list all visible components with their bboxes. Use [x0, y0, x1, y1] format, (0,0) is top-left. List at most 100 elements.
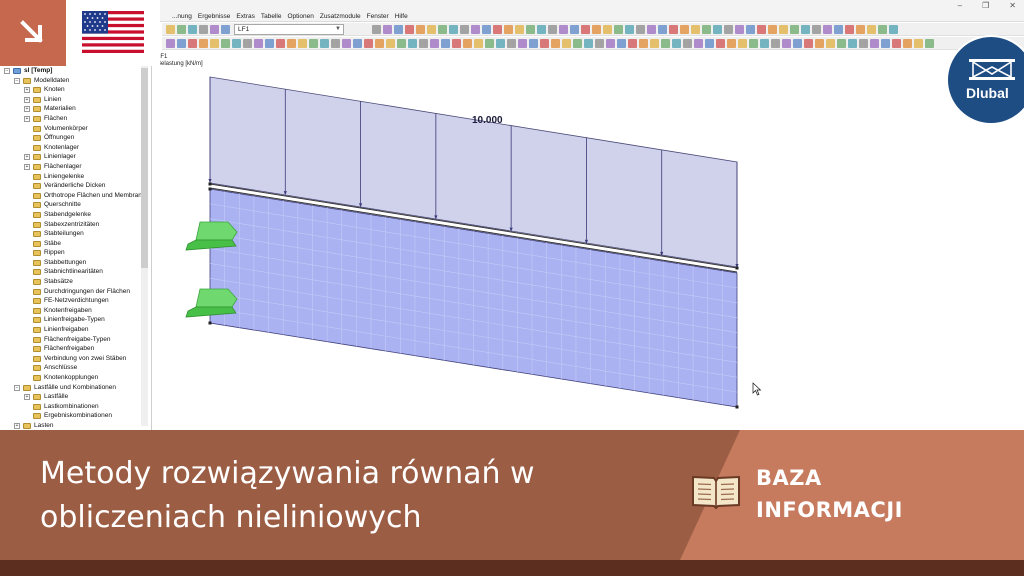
toolbar-button-icon[interactable]	[694, 39, 703, 48]
toolbar-button-icon[interactable]	[221, 39, 230, 48]
toolbar-button-icon[interactable]	[837, 39, 846, 48]
toolbar-button-icon[interactable]	[430, 39, 439, 48]
toolbar-button-icon[interactable]	[177, 25, 186, 34]
toolbar-button-icon[interactable]	[570, 25, 579, 34]
toolbar-button-icon[interactable]	[823, 25, 832, 34]
toolbar-button-icon[interactable]	[232, 39, 241, 48]
tree-item[interactable]: Linienfreigabe-Typen	[0, 315, 142, 325]
toolbar-button-icon[interactable]	[408, 39, 417, 48]
toolbar-button-icon[interactable]	[166, 25, 175, 34]
tree-item[interactable]: Lastkombinationen	[0, 402, 142, 412]
toolbar-button-icon[interactable]	[603, 25, 612, 34]
toolbar-button-icon[interactable]	[441, 39, 450, 48]
toolbar-button-icon[interactable]	[537, 25, 546, 34]
toolbar-button-icon[interactable]	[397, 39, 406, 48]
toolbar-button-icon[interactable]	[903, 39, 912, 48]
toolbar-button-icon[interactable]	[210, 39, 219, 48]
expand-icon[interactable]: +	[24, 163, 30, 170]
toolbar-button-icon[interactable]	[474, 39, 483, 48]
collapse-icon[interactable]: −	[4, 68, 10, 74]
expand-icon[interactable]: +	[24, 87, 30, 94]
toolbar-button-icon[interactable]	[812, 25, 821, 34]
toolbar-button-icon[interactable]	[559, 25, 568, 34]
toolbar-button-icon[interactable]	[287, 39, 296, 48]
toolbar-button-icon[interactable]	[394, 25, 403, 34]
toolbar-button-icon[interactable]	[779, 25, 788, 34]
toolbar-button-icon[interactable]	[199, 25, 208, 34]
toolbar-button-icon[interactable]	[834, 25, 843, 34]
tree-item[interactable]: + Materialien	[0, 104, 142, 114]
toolbar-button-icon[interactable]	[515, 25, 524, 34]
toolbar-button-icon[interactable]	[625, 25, 634, 34]
toolbar-button-icon[interactable]	[188, 25, 197, 34]
tree-item[interactable]: Liniengelenke	[0, 172, 142, 182]
toolbar-button-icon[interactable]	[735, 25, 744, 34]
tree-item[interactable]: Verbindung von zwei Stäben	[0, 354, 142, 364]
toolbar-button-icon[interactable]	[507, 39, 516, 48]
menu-item[interactable]: ...nung	[172, 13, 192, 20]
toolbar-button-icon[interactable]	[892, 39, 901, 48]
toolbar-button-icon[interactable]	[504, 25, 513, 34]
toolbar-button-icon[interactable]	[551, 39, 560, 48]
toolbar-button-icon[interactable]	[658, 25, 667, 34]
toolbar-button-icon[interactable]	[419, 39, 428, 48]
toolbar-button-icon[interactable]	[581, 25, 590, 34]
toolbar-button-icon[interactable]	[383, 25, 392, 34]
toolbar-button-icon[interactable]	[416, 25, 425, 34]
language-flag[interactable]	[66, 0, 160, 66]
toolbar-button-icon[interactable]	[793, 39, 802, 48]
toolbar-button-icon[interactable]	[276, 39, 285, 48]
toolbar-button-icon[interactable]	[529, 39, 538, 48]
toolbar-button-icon[interactable]	[449, 25, 458, 34]
toolbar-button-icon[interactable]	[661, 39, 670, 48]
toolbar-button-icon[interactable]	[298, 39, 307, 48]
expand-icon[interactable]: +	[24, 106, 30, 113]
toolbar-button-icon[interactable]	[771, 39, 780, 48]
navigator-scrollbar[interactable]	[141, 66, 148, 426]
toolbar-button-icon[interactable]	[889, 25, 898, 34]
tree-item[interactable]: Volumenkörper	[0, 124, 142, 134]
toolbar-button-icon[interactable]	[221, 25, 230, 34]
tree-item[interactable]: Rippen	[0, 248, 142, 258]
toolbar-button-icon[interactable]	[867, 25, 876, 34]
tree-item[interactable]: Querschnitte	[0, 200, 142, 210]
toolbar-button-icon[interactable]	[540, 39, 549, 48]
toolbar-button-icon[interactable]	[188, 39, 197, 48]
toolbar-button-icon[interactable]	[405, 25, 414, 34]
toolbar-button-icon[interactable]	[452, 39, 461, 48]
toolbar-button-icon[interactable]	[375, 39, 384, 48]
toolbar-button-icon[interactable]	[331, 39, 340, 48]
toolbar-button-icon[interactable]	[592, 25, 601, 34]
toolbar-button-icon[interactable]	[870, 39, 879, 48]
tree-item[interactable]: Stabbettungen	[0, 258, 142, 268]
toolbar-button-icon[interactable]	[614, 25, 623, 34]
toolbar-button-icon[interactable]	[438, 25, 447, 34]
toolbar-button-icon[interactable]	[639, 39, 648, 48]
toolbar-button-icon[interactable]	[848, 39, 857, 48]
toolbar-button-icon[interactable]	[782, 39, 791, 48]
toolbar-button-icon[interactable]	[702, 25, 711, 34]
tree-item[interactable]: Durchdringungen der Flächen	[0, 287, 142, 297]
tree-item[interactable]: Stabsätze	[0, 277, 142, 287]
toolbar-button-icon[interactable]	[210, 25, 219, 34]
expand-icon[interactable]: +	[24, 115, 30, 122]
toolbar-button-icon[interactable]	[617, 39, 626, 48]
menu-item[interactable]: Fenster	[367, 13, 389, 20]
toolbar-button-icon[interactable]	[166, 39, 175, 48]
toolbar-button-icon[interactable]	[746, 25, 755, 34]
toolbar-button-icon[interactable]	[265, 39, 274, 48]
toolbar-button-icon[interactable]	[463, 39, 472, 48]
expand-icon[interactable]: +	[14, 422, 20, 429]
tree-item[interactable]: Ergebniskombinationen	[0, 411, 142, 421]
toolbar-button-icon[interactable]	[768, 25, 777, 34]
model-scene[interactable]: 10.000	[154, 52, 1024, 430]
toolbar-button-icon[interactable]	[493, 25, 502, 34]
toolbar-button-icon[interactable]	[353, 39, 362, 48]
minimize-button[interactable]: –	[958, 1, 962, 10]
model-view[interactable]: LF1 Belastung [kN/m] 10.000	[154, 52, 1024, 430]
toolbar-button-icon[interactable]	[342, 39, 351, 48]
tree-item[interactable]: Flächenfreigabe-Typen	[0, 335, 142, 345]
toolbar-button-icon[interactable]	[386, 39, 395, 48]
toolbar-button-icon[interactable]	[427, 25, 436, 34]
toolbar-button-icon[interactable]	[584, 39, 593, 48]
